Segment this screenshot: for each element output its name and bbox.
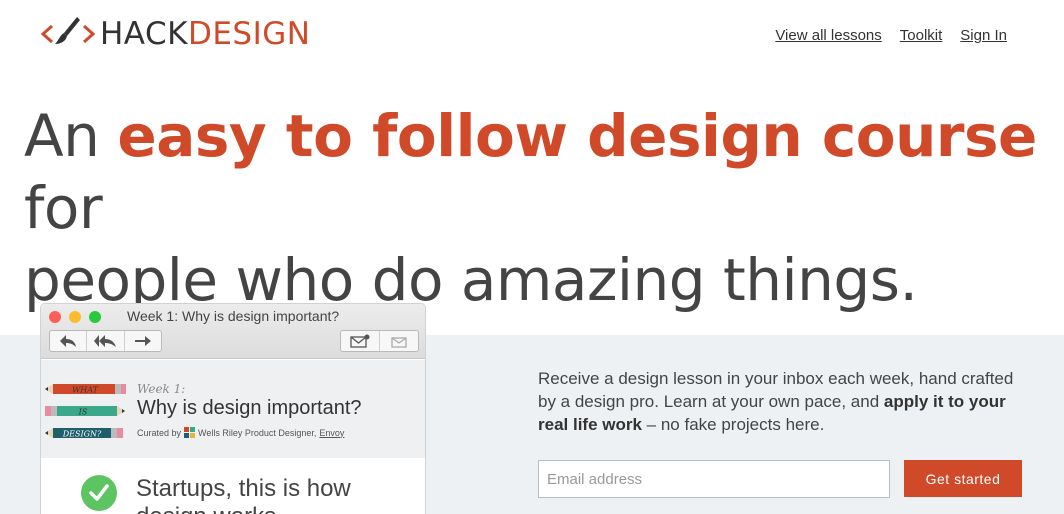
zoom-dot-icon — [89, 311, 101, 323]
curator-company-link: Envoy — [319, 427, 345, 438]
archive-icon — [380, 331, 418, 351]
svg-text:WHAT: WHAT — [72, 386, 99, 395]
logo[interactable]: HACKDESIGN — [40, 14, 310, 54]
logo-wordmark: HACKDESIGN — [100, 16, 311, 52]
nav-toolkit[interactable]: Toolkit — [900, 27, 943, 44]
nav-view-all-lessons[interactable]: View all lessons — [775, 27, 881, 44]
email-mockup: Week 1: Why is design important? WHAT IS… — [40, 303, 426, 514]
reply-icon — [50, 331, 88, 351]
close-dot-icon — [49, 311, 61, 323]
checkmark-icon — [81, 475, 117, 511]
lesson-header: WHAT IS DESIGN? Week 1: Why is design im… — [41, 360, 425, 458]
curated-by: Curated by Wells Riley Product Designer,… — [137, 427, 345, 438]
brush-code-icon — [40, 17, 96, 44]
lesson-body-title: Startups, this is how design works — [136, 475, 351, 514]
lesson-body: Startups, this is how design works — [41, 458, 425, 514]
curator-logo-icon — [184, 427, 196, 438]
hero-emphasis: easy to follow design course — [117, 102, 1037, 170]
mockup-mail-buttons — [340, 330, 419, 352]
nav-sign-in[interactable]: Sign In — [960, 27, 1007, 44]
signup-pitch: Receive a design lesson in your inbox ea… — [538, 369, 1014, 434]
hero-headline: An easy to follow design course for peop… — [24, 102, 1037, 314]
get-started-button[interactable]: Get started — [904, 460, 1022, 497]
mockup-window-title: Week 1: Why is design important? — [127, 308, 340, 324]
svg-text:DESIGN?: DESIGN? — [62, 430, 102, 439]
mockup-nav-buttons — [49, 330, 162, 352]
minimize-dot-icon — [69, 311, 81, 323]
email-field[interactable] — [538, 460, 890, 498]
forward-icon — [125, 331, 161, 351]
lesson-title: Why is design important? — [137, 397, 362, 419]
week-label: Week 1: — [137, 382, 186, 396]
top-nav: View all lessons Toolkit Sign In — [775, 27, 1007, 44]
reply-all-icon — [87, 331, 125, 351]
mockup-titlebar: Week 1: Why is design important? — [41, 304, 425, 359]
compose-icon — [341, 331, 380, 351]
pencils-illustration: WHAT IS DESIGN? — [45, 384, 126, 439]
svg-text:IS: IS — [78, 408, 88, 417]
